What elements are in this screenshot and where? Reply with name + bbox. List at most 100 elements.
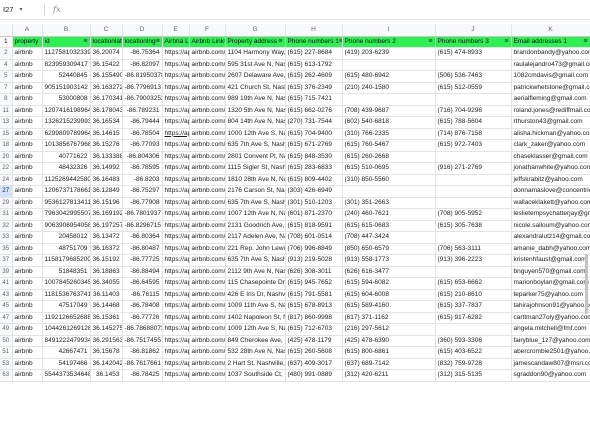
cell[interactable]: -86.64595 <box>122 277 163 290</box>
cell[interactable]: https://app.airdn <box>162 220 190 232</box>
cell[interactable] <box>435 59 512 71</box>
cell[interactable]: (615) 945-7652 <box>285 277 343 290</box>
cell[interactable]: 36.11403 <box>90 289 123 301</box>
cell[interactable]: (419) 203-6239 <box>342 47 436 60</box>
cell[interactable]: airbnb.com/room <box>189 162 226 175</box>
cell[interactable]: airbnb.com/room <box>189 82 226 94</box>
cell[interactable] <box>435 323 512 336</box>
cell[interactable]: airbnb <box>12 82 43 94</box>
cell[interactable]: 48432326 <box>42 162 91 175</box>
cell[interactable]: -86.80364 <box>122 231 163 244</box>
cell[interactable]: (615) 480-6942 <box>342 70 436 83</box>
cell[interactable]: (615) 594-6082 <box>342 277 436 290</box>
cell[interactable]: (506) 536-7463 <box>435 70 512 83</box>
cell[interactable]: (615) 262-4609 <box>285 70 343 83</box>
cell[interactable]: (615) 791-5581 <box>285 289 343 301</box>
cell[interactable]: 2 Hart St, Nashville, TN 37210 <box>225 358 286 370</box>
cell[interactable]: https://app.airdn <box>162 151 190 163</box>
cell[interactable]: -86.78408 <box>122 300 163 313</box>
cell[interactable]: (615) 671-2769 <box>285 139 343 152</box>
cell[interactable]: (216) 297-5612 <box>342 323 436 336</box>
column-header-e[interactable]: E <box>162 24 190 37</box>
cell[interactable]: 595 31st Ave N, Nashville, TN (610) <box>225 59 286 71</box>
cell[interactable] <box>435 151 512 163</box>
row-number[interactable]: 2 <box>0 47 13 60</box>
cell[interactable]: (615) 704-9400 <box>285 128 343 140</box>
cell[interactable]: airbnb <box>12 369 43 382</box>
cell[interactable]: https://app.airdn <box>162 300 190 313</box>
cell[interactable]: airbnb <box>12 323 43 336</box>
cell[interactable]: -86.7617661 <box>122 358 163 370</box>
cell[interactable]: -86.7801937 <box>122 208 163 221</box>
header-cell[interactable]: Airbnb Link≡ <box>189 36 226 48</box>
cell[interactable]: (240) 460-7621 <box>342 208 436 221</box>
cell[interactable]: 115 Chasepointe Dr, Hendersonville, TN <box>225 277 286 290</box>
cell[interactable]: -86.82097 <box>122 59 163 71</box>
cell[interactable]: https://app.airdn <box>162 346 190 359</box>
cell[interactable]: airbnb <box>12 151 43 163</box>
name-box[interactable]: I27 ▾ <box>0 0 40 19</box>
cell[interactable]: 36.15192 <box>90 254 123 267</box>
cell[interactable]: 48751709 <box>42 243 91 255</box>
cell[interactable]: airbnb <box>12 346 43 359</box>
column-header-f[interactable]: F <box>189 24 226 37</box>
cell[interactable]: 1127581032339 <box>42 47 91 60</box>
cell[interactable]: 42667471 <box>42 346 91 359</box>
chevron-down-icon[interactable]: ▾ <box>19 6 22 13</box>
header-cell[interactable]: Email addresses 1 ≡ <box>511 36 590 48</box>
cell[interactable]: airbnb <box>12 105 43 117</box>
cell[interactable]: https://app.airdn <box>162 335 190 347</box>
cell[interactable]: airbnb <box>12 139 43 152</box>
cell[interactable]: 36.1554908 <box>90 70 123 83</box>
row-number[interactable]: 20 <box>0 151 13 163</box>
cell[interactable]: (615) 604-6008 <box>342 289 436 301</box>
cell[interactable]: (913) 219-5028 <box>285 254 343 267</box>
cell[interactable]: (615) 589-4160 <box>342 300 436 313</box>
spreadsheet-grid[interactable]: ABCDEFGHIJK 1propertyid≡locationlat≡loca… <box>0 24 590 440</box>
cell[interactable]: 7963042995507 <box>42 208 91 221</box>
cell[interactable]: angela.mitchell@fmf.com <box>511 323 590 336</box>
cell[interactable]: airbnb <box>12 289 43 301</box>
cell[interactable]: https://app.airdn <box>162 231 190 244</box>
cell[interactable] <box>435 185 512 198</box>
cell[interactable]: (615) 788-5604 <box>435 116 512 129</box>
cell[interactable]: airbnb <box>12 59 43 71</box>
cell[interactable]: 426 E Iris Dr, Nashville, TN 37 <box>225 289 286 301</box>
row-number[interactable]: 24 <box>0 174 13 186</box>
cell[interactable]: (615) 800-6861 <box>342 346 436 359</box>
cell[interactable]: (716) 704-9296 <box>435 105 512 117</box>
cell[interactable]: 36.133388 <box>90 151 123 163</box>
cell[interactable]: 47517049 <box>42 300 91 313</box>
cell[interactable]: 2607 Delaware Ave, Nashville, TN (615) <box>225 70 286 83</box>
cell[interactable]: airbnb.com/room <box>189 185 226 198</box>
cell[interactable]: airbnb.com/room <box>189 277 226 290</box>
cell[interactable]: (615) 818-9591 <box>285 220 343 232</box>
column-header-g[interactable]: G <box>225 24 286 37</box>
cell[interactable]: 1181536763741 <box>42 289 91 301</box>
cell[interactable]: 1115 Sigler St, Nashville, TN (615) <box>225 162 286 175</box>
cell[interactable]: wallaceklakett@yahoo.com <box>511 197 590 209</box>
cell[interactable] <box>342 93 436 106</box>
column-header-h[interactable]: H <box>285 24 343 37</box>
row-number[interactable]: 29 <box>0 197 13 209</box>
row-number[interactable]: 8 <box>0 93 13 106</box>
cell[interactable]: (714) 876-7158 <box>435 128 512 140</box>
cell[interactable]: airbnb.com/room <box>189 208 226 221</box>
cell[interactable]: -86.75297 <box>122 185 163 198</box>
cell[interactable]: airbnb.com/room <box>189 369 226 382</box>
cell[interactable]: roland.jones@rediffmail.com <box>511 105 590 117</box>
row-number[interactable]: 47 <box>0 312 13 324</box>
cell[interactable]: https://app.airdn <box>162 128 190 140</box>
cell[interactable]: -86.77908 <box>122 197 163 209</box>
header-cell[interactable]: locationlat≡ <box>90 36 123 48</box>
cell[interactable]: (615) 376-2349 <box>285 82 343 94</box>
cell[interactable]: airbnb <box>12 254 43 267</box>
cell[interactable]: 36.15422 <box>90 59 123 71</box>
cell[interactable]: airbnb.com/room <box>189 174 226 186</box>
cell[interactable]: airbnb <box>12 93 43 106</box>
cell[interactable]: leslietempsychatterjay@gmail.com <box>511 208 590 221</box>
cell[interactable]: 1007 12th Ave N, Nashville, TN (601) <box>225 208 286 221</box>
row-number[interactable]: 63 <box>0 369 13 382</box>
cell[interactable]: -86.75364 <box>122 47 163 60</box>
cell[interactable]: airbnb <box>12 116 43 129</box>
